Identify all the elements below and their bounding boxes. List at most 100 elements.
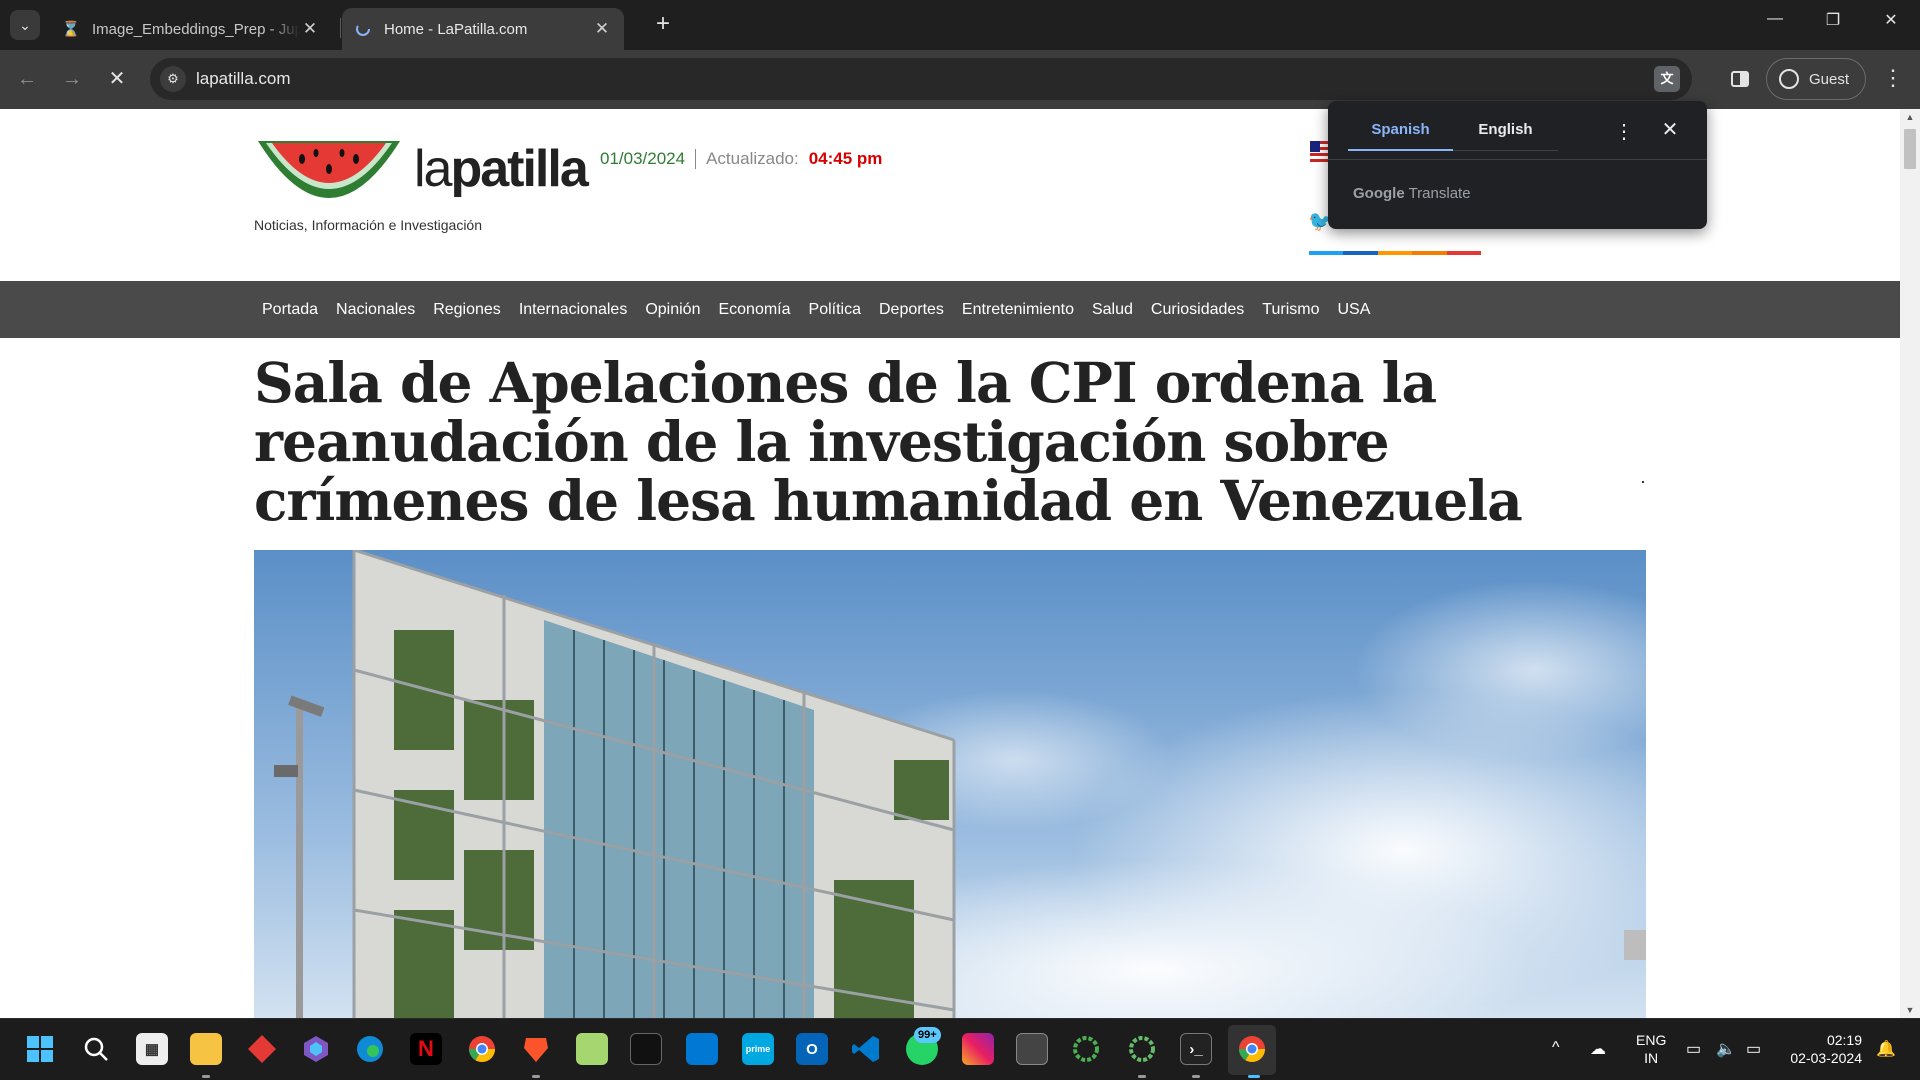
brand-google: Google — [1353, 185, 1405, 202]
site-logo-text[interactable]: lapatilla — [414, 139, 589, 199]
close-tab-icon[interactable]: ✕ — [592, 19, 612, 39]
copilot-icon[interactable] — [300, 1033, 332, 1065]
main-navigation: Portada Nacionales Regiones Internacionales… — [0, 281, 1900, 338]
article-hero-image[interactable] — [254, 550, 1646, 1018]
url-text[interactable]: lapatilla.com — [196, 69, 291, 89]
vscode-icon[interactable] — [850, 1033, 882, 1065]
article-headline[interactable]: Sala de Apelaciones de la CPI ordena la … — [254, 353, 1654, 530]
tab-title: Home - LaPatilla.com — [384, 20, 528, 38]
restore-icon[interactable]: ❐ — [1818, 10, 1848, 30]
nav-item[interactable]: USA — [1328, 301, 1379, 319]
terminal-icon[interactable]: ›_ — [1180, 1033, 1212, 1065]
person-icon — [1779, 69, 1799, 89]
us-flag-icon[interactable] — [1310, 141, 1330, 163]
nav-item[interactable]: Nacionales — [327, 301, 424, 319]
browser-menu-icon[interactable]: ⋮ — [1882, 64, 1904, 92]
photos-app-icon[interactable] — [576, 1033, 608, 1065]
scroll-up-icon[interactable]: ▲ — [1900, 109, 1920, 125]
social-bar-segment — [1309, 251, 1344, 255]
tab-lapatilla[interactable]: Home - LaPatilla.com ✕ — [342, 8, 624, 50]
notification-bell-icon[interactable]: 🔔 — [1876, 1039, 1896, 1059]
netflix-icon[interactable]: N — [410, 1033, 442, 1065]
outlook-icon[interactable]: O — [796, 1033, 828, 1065]
mute-icon[interactable]: 🔈 — [1716, 1039, 1736, 1059]
clock[interactable]: 02:19 02-03-2024 — [1786, 1031, 1862, 1067]
console-app-icon[interactable] — [1016, 1033, 1048, 1065]
red-diamond-app-icon[interactable] — [246, 1033, 278, 1065]
social-bar-segment — [1446, 251, 1482, 255]
nav-item[interactable]: Economía — [709, 301, 799, 319]
profile-button[interactable]: Guest — [1766, 58, 1866, 100]
microsoft-store-icon[interactable]: ▦ — [136, 1033, 168, 1065]
instagram-icon[interactable] — [962, 1033, 994, 1065]
windows-start-icon[interactable] — [24, 1033, 56, 1065]
nav-item[interactable]: Curiosidades — [1142, 301, 1253, 319]
translate-popup: Spanish English ⋮ ✕ Google Translate — [1328, 101, 1707, 229]
address-bar[interactable]: ⚙ lapatilla.com 文 — [150, 58, 1692, 100]
blue-app-icon[interactable] — [686, 1033, 718, 1065]
back-icon[interactable]: ← — [12, 64, 42, 94]
translate-language-tabs: Spanish English — [1348, 117, 1558, 151]
nav-item[interactable]: Portada — [254, 301, 327, 319]
side-panel-icon[interactable] — [1726, 65, 1754, 93]
nav-item[interactable]: Deportes — [870, 301, 953, 319]
site-info-icon[interactable]: ⚙ — [160, 66, 186, 92]
tab-search-chevron-icon[interactable]: ⌄ — [10, 10, 40, 40]
page-scrollbar[interactable]: ▲ ▼ — [1900, 109, 1920, 1018]
site-tagline: Noticias, Información e Investigación — [254, 217, 482, 233]
target-language-tab[interactable]: English — [1453, 117, 1558, 151]
network-icon[interactable]: ▭ — [1686, 1039, 1701, 1059]
close-tab-icon[interactable]: ✕ — [300, 19, 320, 39]
battery-icon[interactable]: ▭ — [1746, 1039, 1761, 1059]
minimize-icon[interactable]: — — [1760, 10, 1790, 28]
brave-icon[interactable] — [520, 1033, 552, 1065]
running-indicator — [532, 1075, 540, 1078]
prime-video-icon[interactable]: prime — [742, 1033, 774, 1065]
google-translate-brand: Google Translate — [1353, 185, 1471, 202]
clock-time: 02:19 — [1826, 1032, 1862, 1048]
web-page: lapatilla Noticias, Información e Invest… — [0, 109, 1900, 1018]
tab-divider — [340, 18, 341, 38]
nav-item[interactable]: Turismo — [1253, 301, 1328, 319]
green-ring-app-icon[interactable] — [1126, 1033, 1158, 1065]
green-ring-app-icon[interactable] — [1070, 1033, 1102, 1065]
current-date: 01/03/2024 — [600, 149, 686, 168]
onedrive-cloud-icon[interactable]: ☁ — [1590, 1039, 1606, 1059]
social-bar-segment — [1377, 251, 1413, 255]
scroll-down-icon[interactable]: ▼ — [1900, 1002, 1920, 1018]
nav-item[interactable]: Entretenimiento — [953, 301, 1083, 319]
active-indicator — [1248, 1075, 1260, 1078]
nav-item[interactable]: Internacionales — [510, 301, 637, 319]
tab-title: Image_Embeddings_Prep - Jupyter — [92, 20, 300, 38]
nav-items: Portada Nacionales Regiones Internacionales… — [254, 281, 1379, 338]
translate-icon[interactable]: 文 — [1654, 66, 1680, 92]
search-icon[interactable] — [80, 1033, 112, 1065]
clock-date: 02-03-2024 — [1790, 1050, 1862, 1066]
divider — [1328, 159, 1707, 160]
terminal-window-icon[interactable] — [630, 1033, 662, 1065]
stop-loading-icon[interactable]: ✕ — [102, 64, 132, 94]
close-icon[interactable]: ✕ — [1658, 117, 1682, 142]
stray-dot — [1642, 481, 1644, 483]
lang-bottom: IN — [1644, 1050, 1659, 1066]
chrome-icon[interactable] — [1236, 1033, 1268, 1065]
nav-item[interactable]: Política — [800, 301, 870, 319]
new-tab-button[interactable]: + — [650, 12, 676, 38]
file-explorer-icon[interactable] — [190, 1033, 222, 1065]
close-window-icon[interactable]: ✕ — [1876, 10, 1906, 30]
nav-item[interactable]: Salud — [1083, 301, 1142, 319]
nav-item[interactable]: Opinión — [636, 301, 709, 319]
tab-jupyter[interactable]: ⌛ Image_Embeddings_Prep - Jupyter ✕ — [50, 8, 332, 50]
source-language-tab[interactable]: Spanish — [1348, 117, 1453, 151]
nav-item[interactable]: Regiones — [424, 301, 510, 319]
watermelon-logo-icon[interactable] — [254, 135, 404, 215]
tray-chevron-icon[interactable]: ^ — [1552, 1039, 1560, 1057]
translate-options-icon[interactable]: ⋮ — [1614, 119, 1634, 144]
running-indicator — [1138, 1075, 1146, 1078]
forward-icon[interactable]: → — [57, 64, 87, 94]
logo-bold: patilla — [450, 140, 588, 198]
scroll-thumb[interactable] — [1904, 129, 1916, 169]
edge-icon[interactable] — [354, 1033, 386, 1065]
language-indicator[interactable]: ENG IN — [1636, 1031, 1666, 1067]
chrome-icon[interactable] — [466, 1033, 498, 1065]
